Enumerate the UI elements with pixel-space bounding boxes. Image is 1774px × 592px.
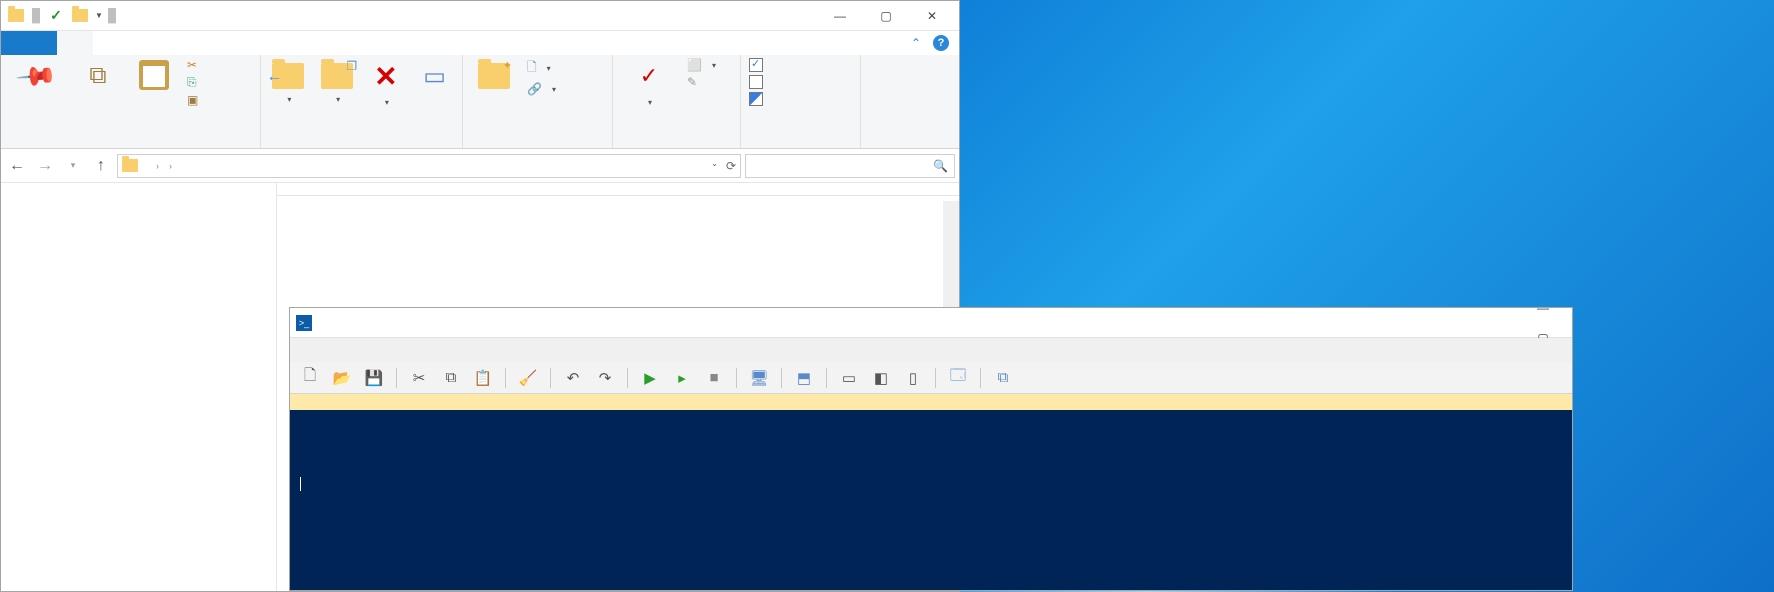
ise-titlebar[interactable]: >_ — ▢ bbox=[290, 308, 1572, 338]
copy-icon[interactable]: ⧉ bbox=[437, 364, 465, 392]
new-tab-icon[interactable]: ⬒ bbox=[790, 364, 818, 392]
search-icon[interactable]: 🔍 bbox=[933, 159, 948, 173]
clear-icon[interactable]: 🧹 bbox=[514, 364, 542, 392]
delete-button[interactable]: ✕▾ bbox=[365, 57, 408, 107]
run-selection-icon[interactable]: ▸ bbox=[668, 364, 696, 392]
help-icon[interactable]: ? bbox=[933, 35, 949, 51]
search-box[interactable]: 🔍 bbox=[745, 154, 955, 178]
properties-button[interactable]: ✓▾ bbox=[619, 57, 679, 107]
navbar: ← → ▾ ↑ › › ⌄ ⟳ 🔍 bbox=[1, 149, 959, 183]
commands-icon[interactable]: 🗔 bbox=[944, 364, 972, 392]
address-bar[interactable]: › › ⌄ ⟳ bbox=[117, 154, 741, 178]
run-icon[interactable]: ▶ bbox=[636, 364, 664, 392]
tab-share[interactable] bbox=[93, 31, 129, 55]
collapse-ribbon-icon[interactable]: ⌃ bbox=[911, 36, 921, 50]
undo-icon[interactable]: ↶ bbox=[559, 364, 587, 392]
ise-toolbar[interactable]: 🗋 📂 💾 ✂ ⧉ 📋 🧹 ↶ ↷ ▶ ▸ ■ 🖥 ⬒ ▭ ◧ ▯ 🗔 ⧉ bbox=[290, 362, 1572, 394]
address-dropdown-icon[interactable]: ⌄ bbox=[711, 159, 718, 173]
qat-folder-icon[interactable] bbox=[5, 5, 27, 27]
powershell-ise-window: >_ — ▢ 🗋 📂 💾 ✂ ⧉ 📋 🧹 ↶ ↷ ▶ ▸ ■ 🖥 ⬒ ▭ ◧ ▯… bbox=[289, 307, 1573, 591]
search-input[interactable] bbox=[752, 159, 933, 173]
easy-access-button[interactable]: 🔗▾ bbox=[525, 81, 558, 97]
stop-icon[interactable]: ■ bbox=[700, 364, 728, 392]
ise-menubar[interactable] bbox=[290, 338, 1572, 362]
layout2-icon[interactable]: ◧ bbox=[867, 364, 895, 392]
move-to-button[interactable]: ←▾ bbox=[267, 57, 310, 104]
ise-minimize-button[interactable]: — bbox=[1520, 293, 1566, 323]
ise-app-icon: >_ bbox=[296, 315, 312, 331]
copy-to-button[interactable]: ❐▾ bbox=[316, 57, 359, 104]
ise-warning-bar bbox=[290, 394, 1572, 410]
paste-shortcut-button[interactable]: ▣ bbox=[185, 92, 204, 108]
copy-button[interactable]: ⧉ bbox=[73, 57, 123, 95]
folder-tree[interactable] bbox=[1, 183, 277, 591]
chevron-down-icon[interactable]: ▼ bbox=[95, 11, 103, 20]
qat-properties-icon[interactable]: ✓ bbox=[45, 5, 67, 27]
ise-console[interactable] bbox=[290, 410, 1572, 590]
new-item-button[interactable]: 🗋▾ bbox=[525, 57, 558, 80]
titlebar[interactable]: ✓ ▼ — ▢ ✕ bbox=[1, 1, 959, 31]
open-button[interactable]: ⬜▾ bbox=[685, 57, 718, 73]
new-folder-button[interactable]: ✦ bbox=[469, 57, 519, 92]
layout3-icon[interactable]: ▯ bbox=[899, 364, 927, 392]
minimize-button[interactable]: — bbox=[817, 1, 863, 31]
show-command-icon[interactable]: ⧉ bbox=[989, 364, 1017, 392]
rename-button[interactable]: ▭ bbox=[413, 57, 456, 95]
select-none-button[interactable] bbox=[747, 74, 769, 90]
edit-button[interactable]: ✎ bbox=[685, 74, 718, 90]
close-button[interactable]: ✕ bbox=[909, 1, 955, 31]
back-button[interactable]: ← bbox=[5, 154, 29, 178]
qat-newfolder-icon[interactable] bbox=[69, 5, 91, 27]
copy-path-button[interactable]: ⎘ bbox=[185, 74, 204, 91]
layout1-icon[interactable]: ▭ bbox=[835, 364, 863, 392]
ribbon: 📌 ⧉ ✂ ⎘ ▣ ←▾ ❐▾ ✕▾ ▭ ✦ bbox=[1, 55, 959, 149]
invert-selection-button[interactable] bbox=[747, 91, 769, 107]
open-icon[interactable]: 📂 bbox=[328, 364, 356, 392]
tab-home[interactable] bbox=[57, 31, 93, 55]
tab-view[interactable] bbox=[129, 31, 165, 55]
refresh-icon[interactable]: ⟳ bbox=[726, 159, 736, 173]
column-headers[interactable] bbox=[277, 183, 959, 196]
select-all-button[interactable] bbox=[747, 57, 769, 73]
pin-quick-access-button[interactable]: 📌 bbox=[7, 57, 67, 95]
redo-icon[interactable]: ↷ bbox=[591, 364, 619, 392]
up-button[interactable]: ↑ bbox=[89, 154, 113, 178]
ribbon-tabs: ⌃ ? bbox=[1, 31, 959, 55]
cut-button[interactable]: ✂ bbox=[185, 57, 204, 73]
cut-icon[interactable]: ✂ bbox=[405, 364, 433, 392]
paste-icon[interactable]: 📋 bbox=[469, 364, 497, 392]
remote-icon[interactable]: 🖥 bbox=[745, 364, 773, 392]
maximize-button[interactable]: ▢ bbox=[863, 1, 909, 31]
paste-button[interactable] bbox=[129, 57, 179, 93]
save-icon[interactable]: 💾 bbox=[360, 364, 388, 392]
new-script-icon[interactable]: 🗋 bbox=[296, 364, 324, 392]
recent-dropdown[interactable]: ▾ bbox=[61, 154, 85, 178]
tab-file[interactable] bbox=[1, 31, 57, 55]
forward-button[interactable]: → bbox=[33, 154, 57, 178]
